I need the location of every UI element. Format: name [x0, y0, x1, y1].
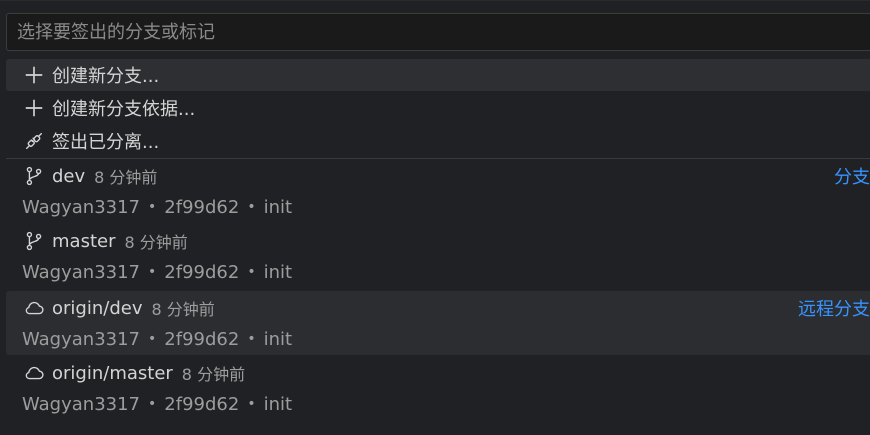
ref-name: dev	[52, 165, 86, 187]
ref-author: Wagyan3317	[22, 393, 141, 415]
separator: •	[247, 199, 256, 215]
separator: •	[148, 396, 157, 412]
checkout-detached-action[interactable]: 签出已分离...	[6, 125, 870, 157]
plus-icon	[22, 63, 46, 87]
ref-name: origin/dev	[52, 297, 143, 319]
ref-message: init	[263, 261, 293, 283]
ref-item-master[interactable]: master 8 分钟前 Wagyan3317 • 2f99d62 • init	[6, 224, 870, 288]
ref-commit: 2f99d62	[164, 393, 240, 415]
ref-item-origin-dev[interactable]: origin/dev 8 分钟前 Wagyan3317 • 2f99d62 • …	[6, 291, 870, 355]
git-branch-icon	[22, 164, 46, 188]
ref-time: 8 分钟前	[94, 168, 158, 187]
ref-name: origin/master	[52, 362, 173, 384]
disconnected-plug-icon	[22, 129, 46, 153]
ref-time: 8 分钟前	[124, 233, 188, 252]
separator: •	[148, 199, 157, 215]
create-branch-from-label: 创建新分支依据...	[52, 99, 196, 120]
ref-time: 8 分钟前	[151, 300, 215, 319]
ref-commit: 2f99d62	[164, 328, 240, 350]
group-label-remote-branches: 远程分支	[798, 299, 870, 320]
ref-details: Wagyan3317 • 2f99d62 • init	[22, 327, 292, 351]
ref-item-origin-master[interactable]: origin/master 8 分钟前 Wagyan3317 • 2f99d62…	[6, 356, 870, 420]
ref-author: Wagyan3317	[22, 328, 141, 350]
git-branch-icon	[22, 229, 46, 253]
separator: •	[148, 331, 157, 347]
create-branch-action[interactable]: 创建新分支...	[6, 59, 870, 91]
ref-author: Wagyan3317	[22, 261, 141, 283]
ref-time: 8 分钟前	[181, 365, 246, 384]
ref-message: init	[263, 328, 293, 350]
checkout-detached-label: 签出已分离...	[52, 132, 160, 153]
ref-commit: 2f99d62	[164, 261, 240, 283]
ref-details: Wagyan3317 • 2f99d62 • init	[22, 260, 292, 284]
create-branch-from-action[interactable]: 创建新分支依据...	[6, 92, 870, 124]
group-label-branches: 分支	[834, 167, 870, 188]
ref-details: Wagyan3317 • 2f99d62 • init	[22, 195, 292, 219]
ref-message: init	[263, 196, 293, 218]
ref-message: init	[263, 393, 293, 415]
cloud-icon	[22, 296, 46, 320]
search-box[interactable]	[6, 13, 870, 51]
ref-author: Wagyan3317	[22, 196, 141, 218]
cloud-icon	[22, 361, 46, 385]
separator: •	[247, 331, 256, 347]
plus-icon	[22, 96, 46, 120]
ref-commit: 2f99d62	[164, 196, 240, 218]
ref-details: Wagyan3317 • 2f99d62 • init	[22, 392, 292, 416]
branch-quick-pick: 创建新分支... 创建新分支依据... 签出已分离...	[0, 0, 870, 435]
create-branch-label: 创建新分支...	[52, 66, 160, 87]
separator: •	[247, 396, 256, 412]
separator: •	[247, 264, 256, 280]
separator: •	[148, 264, 157, 280]
search-input[interactable]	[7, 14, 870, 50]
ref-name: master	[52, 230, 116, 252]
ref-item-dev[interactable]: dev 8 分钟前 Wagyan3317 • 2f99d62 • init 分支	[6, 159, 870, 223]
